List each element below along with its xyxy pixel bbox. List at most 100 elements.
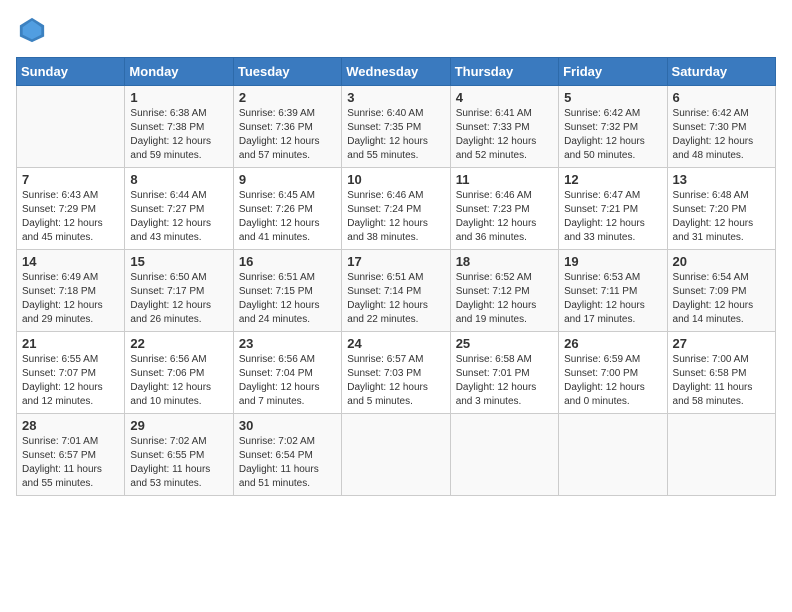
calendar-cell: 28 Sunrise: 7:01 AM Sunset: 6:57 PM Dayli… (17, 414, 125, 496)
day-info: Sunrise: 6:41 AM Sunset: 7:33 PM Dayligh… (456, 107, 553, 163)
day-info: Sunrise: 6:47 AM Sunset: 7:21 PM Dayligh… (564, 189, 661, 245)
day-info: Sunrise: 6:48 AM Sunset: 7:20 PM Dayligh… (673, 189, 770, 245)
calendar-cell: 12 Sunrise: 6:47 AM Sunset: 7:21 PM Dayli… (559, 168, 667, 250)
day-number: 20 (673, 254, 770, 269)
day-info: Sunrise: 6:56 AM Sunset: 7:04 PM Dayligh… (239, 353, 336, 409)
day-number: 14 (22, 254, 119, 269)
day-number: 17 (347, 254, 444, 269)
calendar-cell: 4 Sunrise: 6:41 AM Sunset: 7:33 PM Daylig… (450, 86, 558, 168)
day-header-monday: Monday (125, 58, 233, 86)
calendar-week-1: 1 Sunrise: 6:38 AM Sunset: 7:38 PM Daylig… (17, 86, 776, 168)
calendar-cell: 1 Sunrise: 6:38 AM Sunset: 7:38 PM Daylig… (125, 86, 233, 168)
day-number: 22 (130, 336, 227, 351)
day-header-tuesday: Tuesday (233, 58, 341, 86)
calendar-cell: 20 Sunrise: 6:54 AM Sunset: 7:09 PM Dayli… (667, 250, 775, 332)
calendar-cell: 23 Sunrise: 6:56 AM Sunset: 7:04 PM Dayli… (233, 332, 341, 414)
calendar-cell: 9 Sunrise: 6:45 AM Sunset: 7:26 PM Daylig… (233, 168, 341, 250)
day-number: 5 (564, 90, 661, 105)
day-number: 15 (130, 254, 227, 269)
calendar-cell: 19 Sunrise: 6:53 AM Sunset: 7:11 PM Dayli… (559, 250, 667, 332)
calendar-cell: 8 Sunrise: 6:44 AM Sunset: 7:27 PM Daylig… (125, 168, 233, 250)
day-info: Sunrise: 6:55 AM Sunset: 7:07 PM Dayligh… (22, 353, 119, 409)
day-info: Sunrise: 7:01 AM Sunset: 6:57 PM Dayligh… (22, 435, 119, 491)
day-number: 28 (22, 418, 119, 433)
day-header-saturday: Saturday (667, 58, 775, 86)
day-number: 8 (130, 172, 227, 187)
calendar-cell: 3 Sunrise: 6:40 AM Sunset: 7:35 PM Daylig… (342, 86, 450, 168)
day-info: Sunrise: 7:02 AM Sunset: 6:54 PM Dayligh… (239, 435, 336, 491)
calendar-week-5: 28 Sunrise: 7:01 AM Sunset: 6:57 PM Dayli… (17, 414, 776, 496)
day-number: 29 (130, 418, 227, 433)
day-info: Sunrise: 6:57 AM Sunset: 7:03 PM Dayligh… (347, 353, 444, 409)
calendar-week-3: 14 Sunrise: 6:49 AM Sunset: 7:18 PM Dayli… (17, 250, 776, 332)
page-header (16, 16, 776, 49)
day-number: 9 (239, 172, 336, 187)
day-info: Sunrise: 6:38 AM Sunset: 7:38 PM Dayligh… (130, 107, 227, 163)
calendar-cell: 22 Sunrise: 6:56 AM Sunset: 7:06 PM Dayli… (125, 332, 233, 414)
calendar-cell: 7 Sunrise: 6:43 AM Sunset: 7:29 PM Daylig… (17, 168, 125, 250)
calendar-cell: 24Sunrise: 6:57 AM Sunset: 7:03 PM Dayli… (342, 332, 450, 414)
calendar-week-2: 7 Sunrise: 6:43 AM Sunset: 7:29 PM Daylig… (17, 168, 776, 250)
calendar-cell (342, 414, 450, 496)
day-info: Sunrise: 6:56 AM Sunset: 7:06 PM Dayligh… (130, 353, 227, 409)
calendar-cell: 18Sunrise: 6:52 AM Sunset: 7:12 PM Dayli… (450, 250, 558, 332)
day-info: Sunrise: 6:42 AM Sunset: 7:32 PM Dayligh… (564, 107, 661, 163)
calendar-body: 1 Sunrise: 6:38 AM Sunset: 7:38 PM Daylig… (17, 86, 776, 496)
day-info: Sunrise: 6:43 AM Sunset: 7:29 PM Dayligh… (22, 189, 119, 245)
calendar-table: SundayMondayTuesdayWednesdayThursdayFrid… (16, 57, 776, 496)
calendar-cell: 29 Sunrise: 7:02 AM Sunset: 6:55 PM Dayli… (125, 414, 233, 496)
day-info: Sunrise: 7:00 AM Sunset: 6:58 PM Dayligh… (673, 353, 770, 409)
day-number: 21 (22, 336, 119, 351)
calendar-header: SundayMondayTuesdayWednesdayThursdayFrid… (17, 58, 776, 86)
day-info: Sunrise: 6:46 AM Sunset: 7:23 PM Dayligh… (456, 189, 553, 245)
day-number: 13 (673, 172, 770, 187)
day-header-wednesday: Wednesday (342, 58, 450, 86)
calendar-cell (17, 86, 125, 168)
calendar-cell: 14 Sunrise: 6:49 AM Sunset: 7:18 PM Dayli… (17, 250, 125, 332)
day-info: Sunrise: 6:49 AM Sunset: 7:18 PM Dayligh… (22, 271, 119, 327)
day-header-thursday: Thursday (450, 58, 558, 86)
calendar-cell: 5 Sunrise: 6:42 AM Sunset: 7:32 PM Daylig… (559, 86, 667, 168)
day-header-friday: Friday (559, 58, 667, 86)
calendar-cell: 27Sunrise: 7:00 AM Sunset: 6:58 PM Dayli… (667, 332, 775, 414)
calendar-cell: 30 Sunrise: 7:02 AM Sunset: 6:54 PM Dayli… (233, 414, 341, 496)
day-number: 12 (564, 172, 661, 187)
day-number: 23 (239, 336, 336, 351)
logo (16, 16, 46, 49)
day-number: 4 (456, 90, 553, 105)
calendar-cell: 21 Sunrise: 6:55 AM Sunset: 7:07 PM Dayli… (17, 332, 125, 414)
calendar-cell: 10Sunrise: 6:46 AM Sunset: 7:24 PM Dayli… (342, 168, 450, 250)
day-info: Sunrise: 6:59 AM Sunset: 7:00 PM Dayligh… (564, 353, 661, 409)
day-info: Sunrise: 6:45 AM Sunset: 7:26 PM Dayligh… (239, 189, 336, 245)
day-number: 2 (239, 90, 336, 105)
day-info: Sunrise: 7:02 AM Sunset: 6:55 PM Dayligh… (130, 435, 227, 491)
calendar-week-4: 21 Sunrise: 6:55 AM Sunset: 7:07 PM Dayli… (17, 332, 776, 414)
day-info: Sunrise: 6:54 AM Sunset: 7:09 PM Dayligh… (673, 271, 770, 327)
day-number: 26 (564, 336, 661, 351)
day-info: Sunrise: 6:51 AM Sunset: 7:15 PM Dayligh… (239, 271, 336, 327)
day-info: Sunrise: 6:50 AM Sunset: 7:17 PM Dayligh… (130, 271, 227, 327)
day-number: 3 (347, 90, 444, 105)
calendar-cell: 25 Sunrise: 6:58 AM Sunset: 7:01 PM Dayli… (450, 332, 558, 414)
day-number: 19 (564, 254, 661, 269)
day-info: Sunrise: 6:40 AM Sunset: 7:35 PM Dayligh… (347, 107, 444, 163)
day-number: 6 (673, 90, 770, 105)
day-number: 16 (239, 254, 336, 269)
calendar-cell: 17 Sunrise: 6:51 AM Sunset: 7:14 PM Dayli… (342, 250, 450, 332)
calendar-cell (450, 414, 558, 496)
calendar-cell (559, 414, 667, 496)
calendar-cell: 16 Sunrise: 6:51 AM Sunset: 7:15 PM Dayli… (233, 250, 341, 332)
day-number: 30 (239, 418, 336, 433)
calendar-cell: 2Sunrise: 6:39 AM Sunset: 7:36 PM Daylig… (233, 86, 341, 168)
day-info: Sunrise: 6:42 AM Sunset: 7:30 PM Dayligh… (673, 107, 770, 163)
day-info: Sunrise: 6:44 AM Sunset: 7:27 PM Dayligh… (130, 189, 227, 245)
day-info: Sunrise: 6:53 AM Sunset: 7:11 PM Dayligh… (564, 271, 661, 327)
logo-icon (18, 16, 46, 44)
day-number: 1 (130, 90, 227, 105)
calendar-cell: 11Sunrise: 6:46 AM Sunset: 7:23 PM Dayli… (450, 168, 558, 250)
day-number: 7 (22, 172, 119, 187)
day-info: Sunrise: 6:58 AM Sunset: 7:01 PM Dayligh… (456, 353, 553, 409)
day-number: 25 (456, 336, 553, 351)
calendar-cell: 13 Sunrise: 6:48 AM Sunset: 7:20 PM Dayli… (667, 168, 775, 250)
day-info: Sunrise: 6:51 AM Sunset: 7:14 PM Dayligh… (347, 271, 444, 327)
